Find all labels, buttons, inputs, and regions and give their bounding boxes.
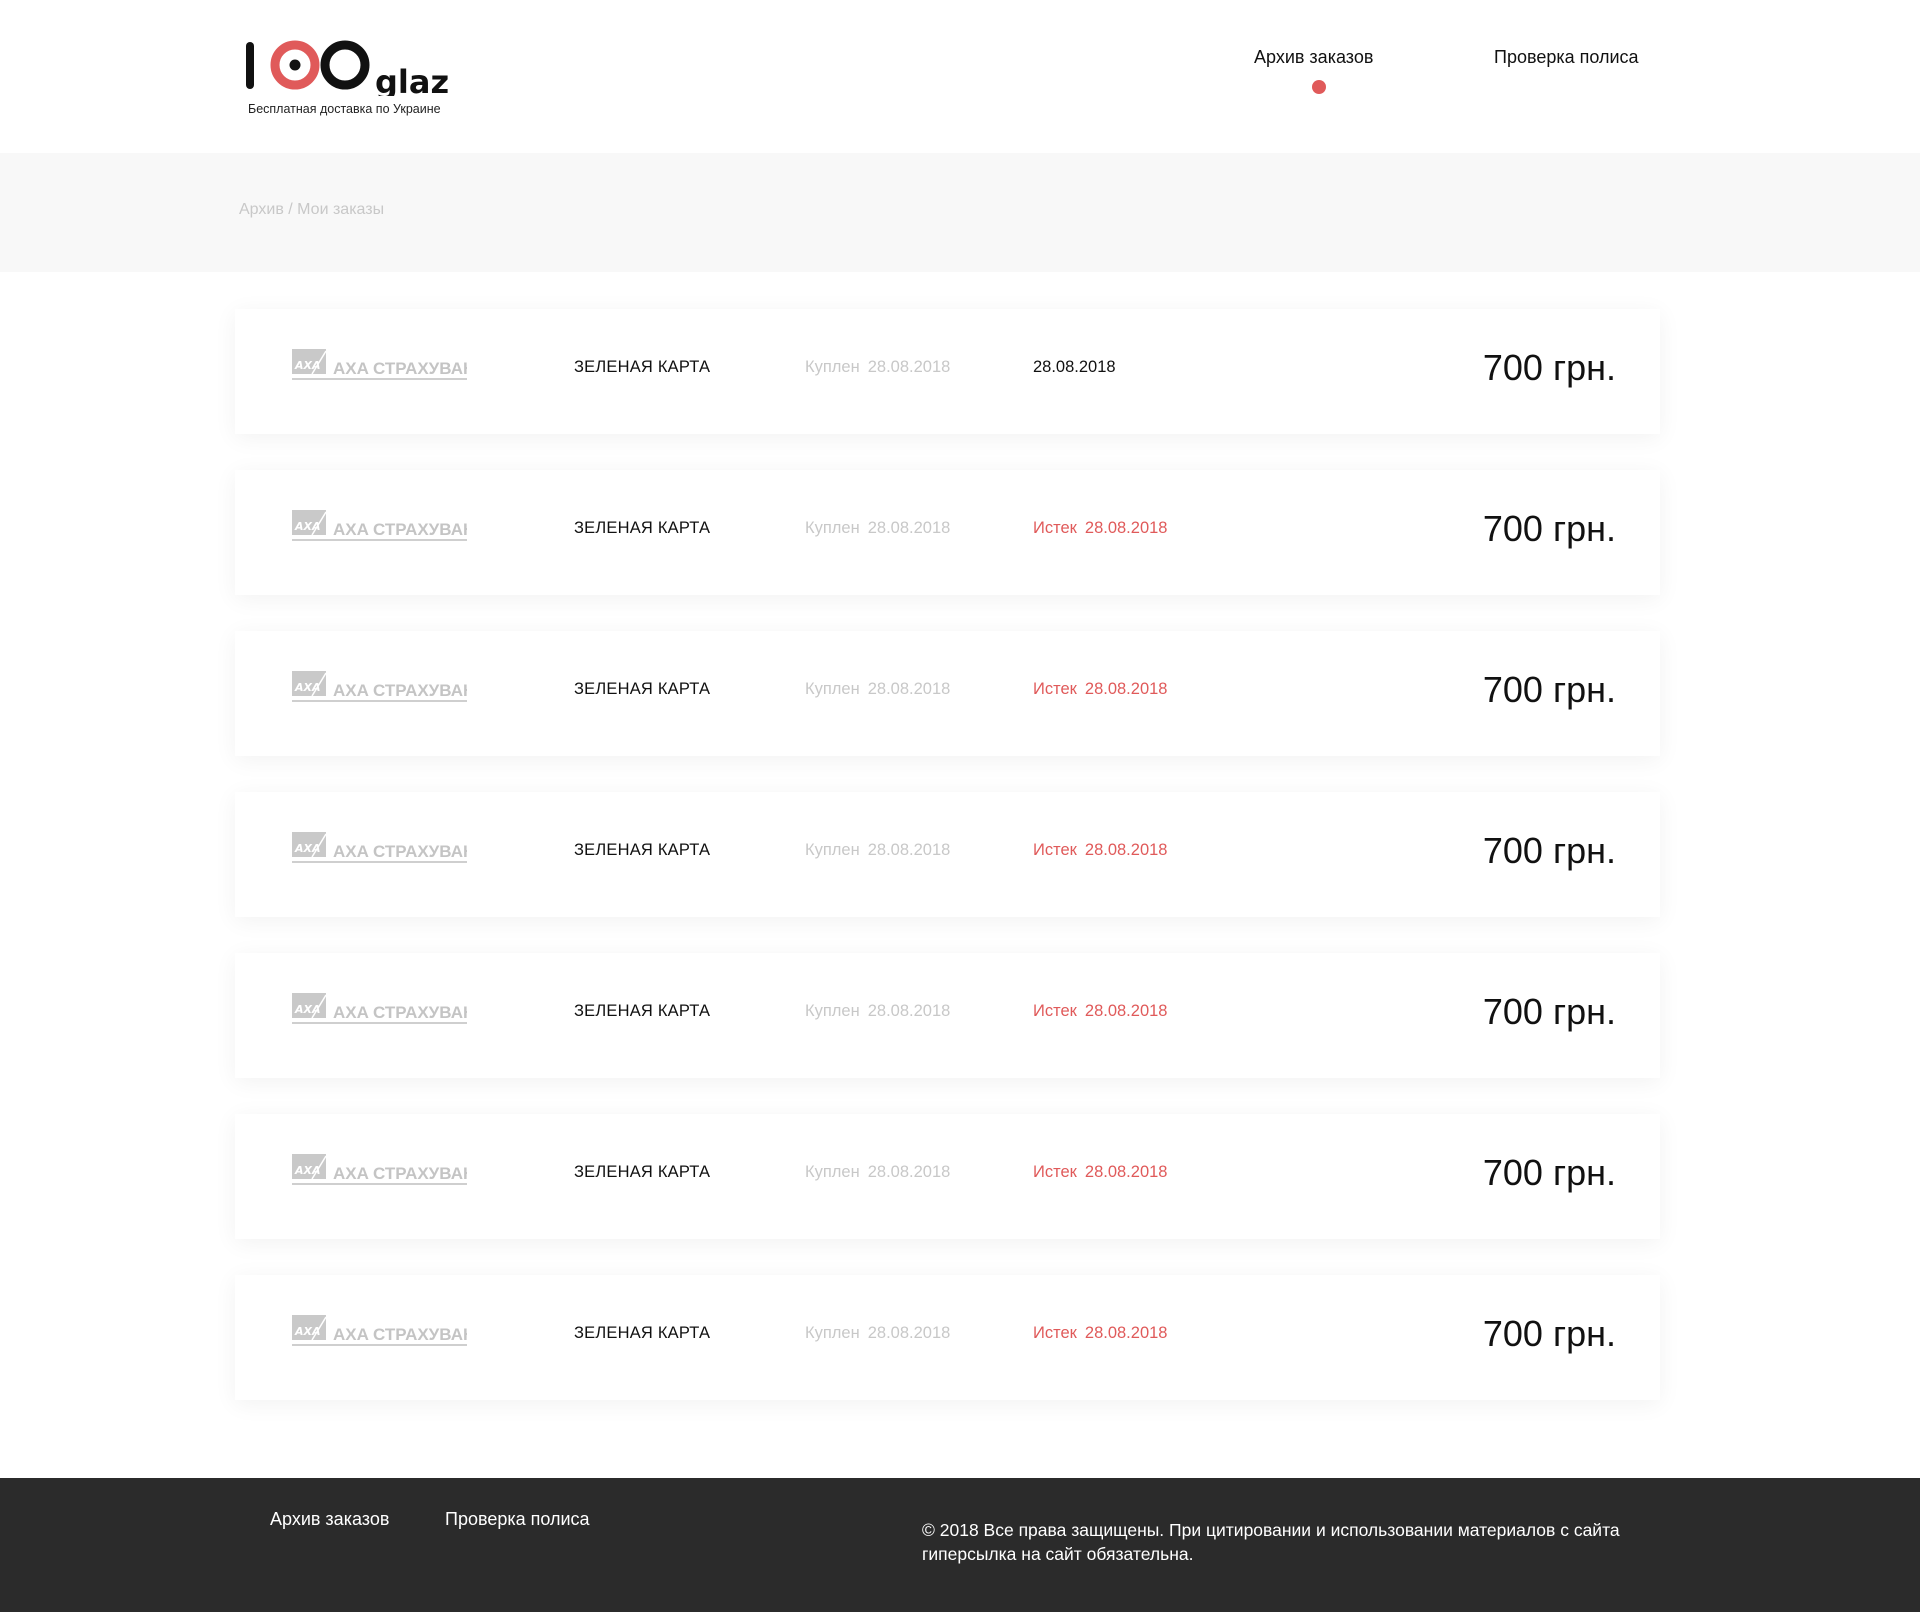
expiry-info: Истек 28.08.2018 xyxy=(1033,841,1167,860)
product-name: ЗЕЛЕНАЯ КАРТА xyxy=(574,841,711,859)
bought-label: Куплен xyxy=(805,680,860,698)
order-card[interactable]: AXA AXA СТРАХУВАННЯ ЗЕЛЕНАЯ КАРТА Куплен… xyxy=(235,953,1660,1078)
expiry-label: Истек xyxy=(1033,519,1077,537)
expiry-info: Истек 28.08.2018 xyxy=(1033,519,1167,538)
site-logo[interactable]: glaz Бесплатная доставка по Украине xyxy=(238,36,468,121)
insurer-name: AXA СТРАХУВАННЯ xyxy=(333,359,467,378)
insurer-name: AXA СТРАХУВАННЯ xyxy=(333,1003,467,1022)
order-price: 700 грн. xyxy=(1482,1152,1616,1193)
bought-date: 28.08.2018 xyxy=(867,680,951,698)
product-name: ЗЕЛЕНАЯ КАРТА xyxy=(574,358,711,376)
insurer-logo-icon: AXA AXA СТРАХУВАННЯ xyxy=(292,671,467,702)
insurer-logo-icon: AXA AXA СТРАХУВАННЯ xyxy=(292,510,467,541)
bought-label: Куплен xyxy=(805,841,860,859)
bought-date: 28.08.2018 xyxy=(867,1002,951,1020)
svg-text:AXA: AXA xyxy=(294,520,321,533)
expiry-date: 28.08.2018 xyxy=(1084,1163,1168,1181)
expiry-label: Истек xyxy=(1033,1002,1077,1020)
expiry-date: 28.08.2018 xyxy=(1084,680,1168,698)
svg-text:AXA: AXA xyxy=(294,681,321,694)
order-price: 700 грн. xyxy=(1482,347,1616,388)
product-name: ЗЕЛЕНАЯ КАРТА xyxy=(574,680,711,698)
expiry-info: Истек 28.08.2018 xyxy=(1033,1324,1167,1343)
bought-date: 28.08.2018 xyxy=(867,841,951,859)
logo-tagline: Бесплатная доставка по Украине xyxy=(248,102,441,116)
bought-info: Куплен 28.08.2018 xyxy=(805,1163,950,1182)
copyright-text: © 2018 Все права защищены. При цитирован… xyxy=(922,1520,1620,1564)
expiry-info: 28.08.2018 xyxy=(1033,358,1116,377)
expiry-date: 28.08.2018 xyxy=(1084,841,1168,859)
bought-info: Куплен 28.08.2018 xyxy=(805,680,950,699)
expiry-label: Истек xyxy=(1033,841,1077,859)
insurer-name: AXA СТРАХУВАННЯ xyxy=(333,681,467,700)
site-footer: Архив заказов Проверка полиса © 2018 Все… xyxy=(0,1478,1920,1612)
orders-list: AXA AXA СТРАХУВАННЯ ЗЕЛЕНАЯ КАРТА Куплен… xyxy=(235,309,1660,1436)
order-price: 700 грн. xyxy=(1482,669,1616,710)
site-header: glaz Бесплатная доставка по Украине Архи… xyxy=(0,0,1920,153)
bought-info: Куплен 28.08.2018 xyxy=(805,1002,950,1021)
bought-info: Куплен 28.08.2018 xyxy=(805,1324,950,1343)
order-card[interactable]: AXA AXA СТРАХУВАННЯ ЗЕЛЕНАЯ КАРТА Куплен… xyxy=(235,309,1660,434)
order-price: 700 грн. xyxy=(1482,1313,1616,1354)
bought-label: Куплен xyxy=(805,1002,860,1020)
insurer-logo-icon: AXA AXA СТРАХУВАННЯ xyxy=(292,1154,467,1185)
svg-text:AXA: AXA xyxy=(294,359,321,372)
logo-100glaz-icon: glaz xyxy=(246,40,449,96)
bought-info: Куплен 28.08.2018 xyxy=(805,358,950,377)
order-card[interactable]: AXA AXA СТРАХУВАННЯ ЗЕЛЕНАЯ КАРТА Куплен… xyxy=(235,1114,1660,1239)
product-name: ЗЕЛЕНАЯ КАРТА xyxy=(574,1002,711,1020)
insurer-name: AXA СТРАХУВАННЯ xyxy=(333,1164,467,1183)
nav-archive-orders[interactable]: Архив заказов xyxy=(1254,47,1373,68)
order-price: 700 грн. xyxy=(1482,830,1616,871)
order-card[interactable]: AXA AXA СТРАХУВАННЯ ЗЕЛЕНАЯ КАРТА Куплен… xyxy=(235,1275,1660,1400)
expiry-label: Истек xyxy=(1033,680,1077,698)
order-price: 700 грн. xyxy=(1482,508,1616,549)
svg-text:AXA: AXA xyxy=(294,842,321,855)
product-name: ЗЕЛЕНАЯ КАРТА xyxy=(574,1163,711,1181)
insurer-logo-icon: AXA AXA СТРАХУВАННЯ xyxy=(292,832,467,863)
expiry-info: Истек 28.08.2018 xyxy=(1033,1002,1167,1021)
svg-text:AXA: AXA xyxy=(294,1003,321,1016)
product-name: ЗЕЛЕНАЯ КАРТА xyxy=(574,1324,711,1342)
expiry-info: Истек 28.08.2018 xyxy=(1033,680,1167,699)
svg-text:glaz: glaz xyxy=(375,63,449,96)
insurer-name: AXA СТРАХУВАННЯ xyxy=(333,520,467,539)
footer-link-policy[interactable]: Проверка полиса xyxy=(445,1509,590,1530)
expiry-date: 28.08.2018 xyxy=(1084,1324,1168,1342)
expiry-date: 28.08.2018 xyxy=(1084,519,1168,537)
footer-link-archive[interactable]: Архив заказов xyxy=(270,1509,389,1530)
svg-text:AXA: AXA xyxy=(294,1325,321,1338)
bought-date: 28.08.2018 xyxy=(867,1324,951,1342)
bought-date: 28.08.2018 xyxy=(867,358,951,376)
bought-info: Куплен 28.08.2018 xyxy=(805,519,950,538)
svg-text:AXA: AXA xyxy=(294,1164,321,1177)
breadcrumb-band: Архив / Мои заказы xyxy=(0,153,1920,272)
expiry-date: 28.08.2018 xyxy=(1033,358,1116,376)
order-card[interactable]: AXA AXA СТРАХУВАННЯ ЗЕЛЕНАЯ КАРТА Куплен… xyxy=(235,631,1660,756)
nav-active-indicator xyxy=(1312,80,1326,94)
insurer-name: AXA СТРАХУВАННЯ xyxy=(333,1325,467,1344)
expiry-label: Истек xyxy=(1033,1163,1077,1181)
insurer-logo-icon: AXA AXA СТРАХУВАННЯ xyxy=(292,349,467,380)
order-card[interactable]: AXA AXA СТРАХУВАННЯ ЗЕЛЕНАЯ КАРТА Куплен… xyxy=(235,792,1660,917)
bought-info: Куплен 28.08.2018 xyxy=(805,841,950,860)
bought-label: Куплен xyxy=(805,1324,860,1342)
order-price: 700 грн. xyxy=(1482,991,1616,1032)
bought-date: 28.08.2018 xyxy=(867,519,951,537)
bought-label: Куплен xyxy=(805,358,860,376)
bought-label: Куплен xyxy=(805,1163,860,1181)
nav-policy-check[interactable]: Проверка полиса xyxy=(1494,47,1639,68)
breadcrumb[interactable]: Архив / Мои заказы xyxy=(239,201,384,219)
order-card[interactable]: AXA AXA СТРАХУВАННЯ ЗЕЛЕНАЯ КАРТА Куплен… xyxy=(235,470,1660,595)
bought-label: Куплен xyxy=(805,519,860,537)
expiry-info: Истек 28.08.2018 xyxy=(1033,1163,1167,1182)
expiry-date: 28.08.2018 xyxy=(1084,1002,1168,1020)
product-name: ЗЕЛЕНАЯ КАРТА xyxy=(574,519,711,537)
insurer-logo-icon: AXA AXA СТРАХУВАННЯ xyxy=(292,993,467,1024)
bought-date: 28.08.2018 xyxy=(867,1163,951,1181)
expiry-label: Истек xyxy=(1033,1324,1077,1342)
insurer-name: AXA СТРАХУВАННЯ xyxy=(333,842,467,861)
insurer-logo-icon: AXA AXA СТРАХУВАННЯ xyxy=(292,1315,467,1346)
